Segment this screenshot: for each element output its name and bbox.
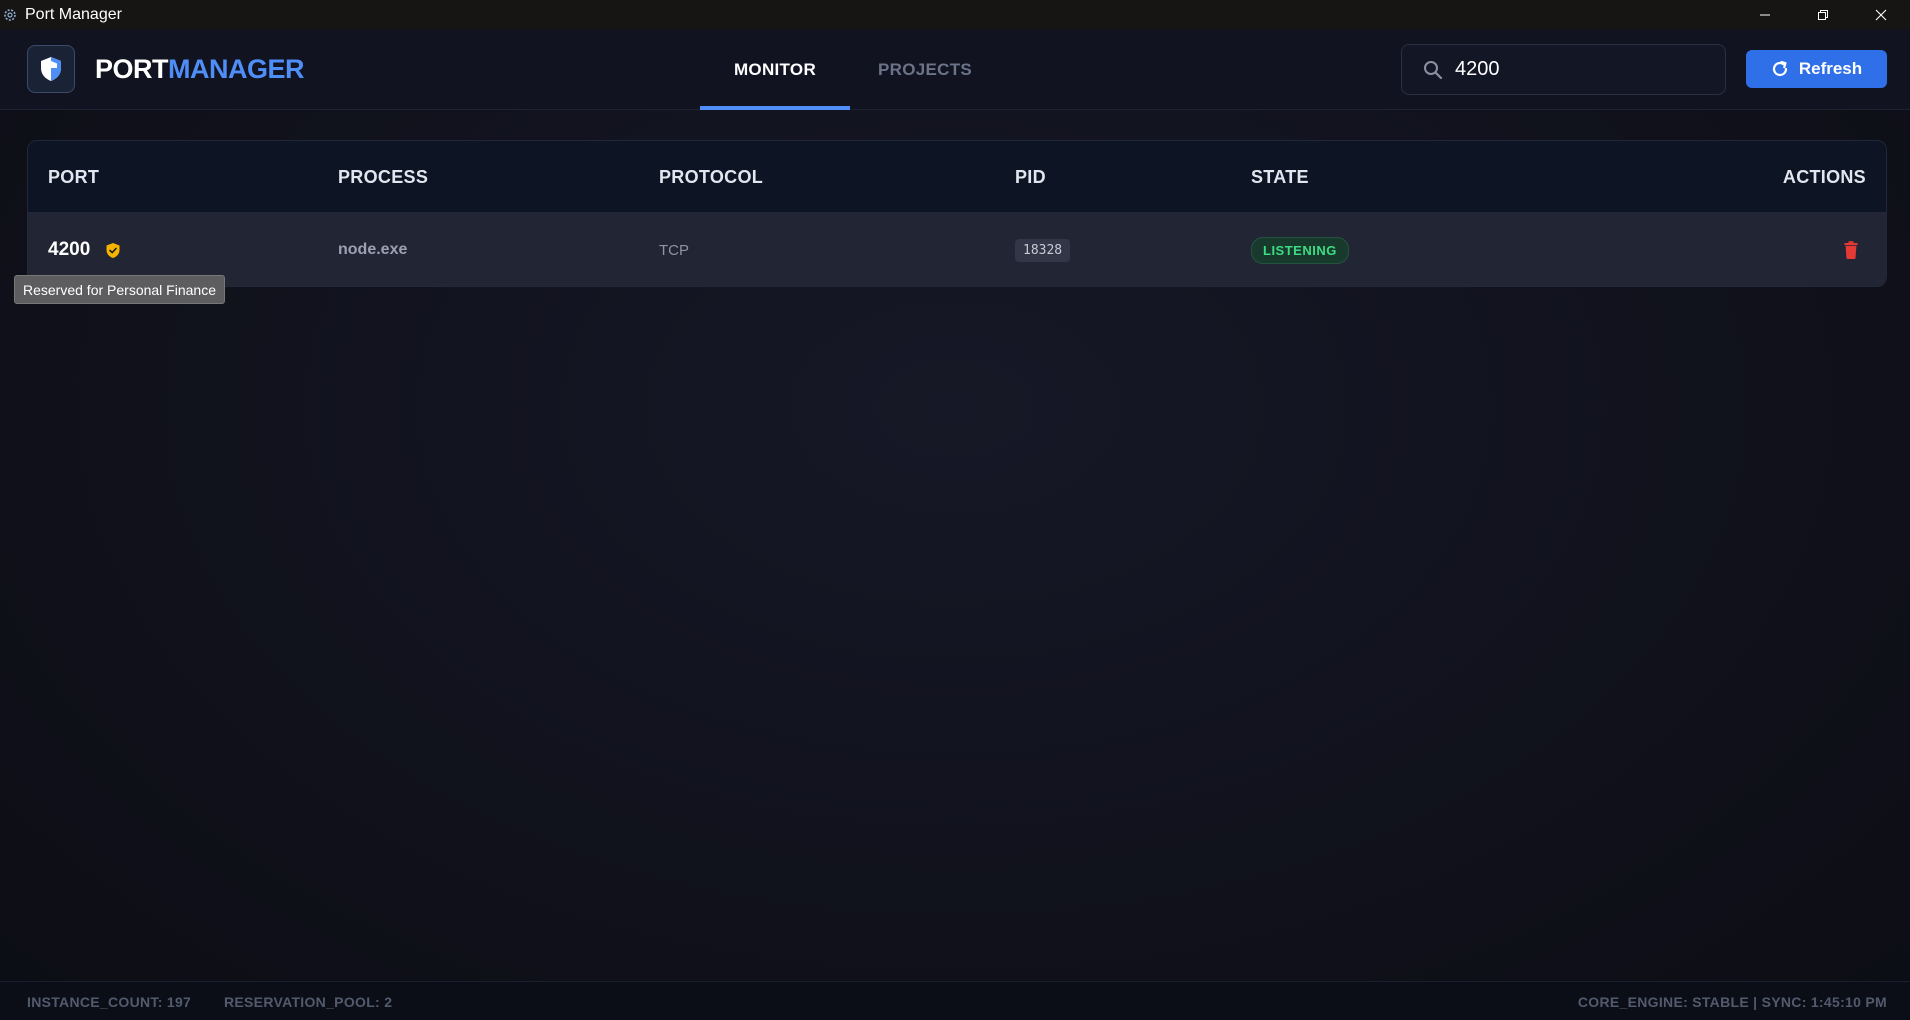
minimize-button[interactable] [1736, 0, 1794, 29]
column-header-protocol: PROTOCOL [659, 166, 764, 187]
process-name: node.exe [338, 241, 408, 258]
reservation-pool: RESERVATION_POOL: 2 [224, 993, 393, 1010]
refresh-button[interactable]: Refresh [1746, 50, 1887, 88]
restore-button[interactable] [1794, 0, 1852, 29]
tab-monitor[interactable]: MONITOR [700, 29, 850, 110]
table-row[interactable]: 4200 node.exe TCP 18328 LISTENING [28, 213, 1886, 286]
cell-pid: 18328 [1015, 213, 1071, 286]
logo [27, 45, 75, 93]
search-box [1401, 44, 1726, 95]
column-header-state: STATE [1251, 166, 1309, 187]
app-window: Port Manager PORTMANAGER MONITOR PROJECT… [0, 0, 1910, 1020]
brand-title: PORTMANAGER [95, 54, 305, 85]
search-icon [1422, 59, 1444, 81]
brand-part-port: PORT [95, 54, 169, 84]
search-input[interactable] [1455, 58, 1715, 81]
refresh-icon [1771, 60, 1789, 78]
status-bar: INSTANCE_COUNT: 197 RESERVATION_POOL: 2 … [0, 981, 1910, 1020]
port-number: 4200 [48, 239, 91, 260]
ports-table: PORT PROCESS PROTOCOL PID STATE ACTIONS … [27, 140, 1887, 287]
gear-icon [2, 7, 18, 23]
shield-check-icon[interactable] [105, 242, 121, 259]
trash-icon[interactable] [1844, 241, 1858, 259]
tab-projects[interactable]: PROJECTS [850, 29, 1005, 110]
main-tabs: MONITOR PROJECTS [700, 29, 1005, 110]
column-header-pid: PID [1015, 166, 1046, 187]
brand-part-manager: MANAGER [168, 54, 305, 84]
cell-protocol: TCP [659, 213, 689, 286]
engine-status: CORE_ENGINE: STABLE | SYNC: 1:45:10 PM [1577, 993, 1887, 1010]
pid-value: 18328 [1015, 238, 1071, 262]
protocol-value: TCP [659, 241, 689, 259]
refresh-label: Refresh [1798, 59, 1863, 78]
cell-actions [1844, 213, 1858, 286]
table-header: PORT PROCESS PROTOCOL PID STATE ACTIONS [28, 141, 1886, 213]
status-badge: LISTENING [1251, 236, 1349, 264]
minimize-icon [1760, 14, 1770, 15]
instance-count: INSTANCE_COUNT: 197 [27, 993, 192, 1010]
cell-state: LISTENING [1251, 213, 1349, 286]
cell-process: node.exe [338, 213, 408, 286]
column-header-actions: ACTIONS [1782, 166, 1866, 187]
window-title: Port Manager [25, 5, 122, 23]
shield-icon [41, 57, 61, 81]
title-bar: Port Manager [0, 0, 1910, 29]
close-icon [1875, 9, 1887, 20]
restore-icon [1818, 9, 1828, 20]
window-controls [1736, 0, 1910, 29]
app-header: PORTMANAGER MONITOR PROJECTS Refresh [0, 29, 1910, 110]
reserved-tooltip: Reserved for Personal Finance [14, 275, 225, 304]
close-button[interactable] [1852, 0, 1910, 29]
column-header-process: PROCESS [338, 166, 429, 187]
column-header-port: PORT [48, 166, 100, 187]
